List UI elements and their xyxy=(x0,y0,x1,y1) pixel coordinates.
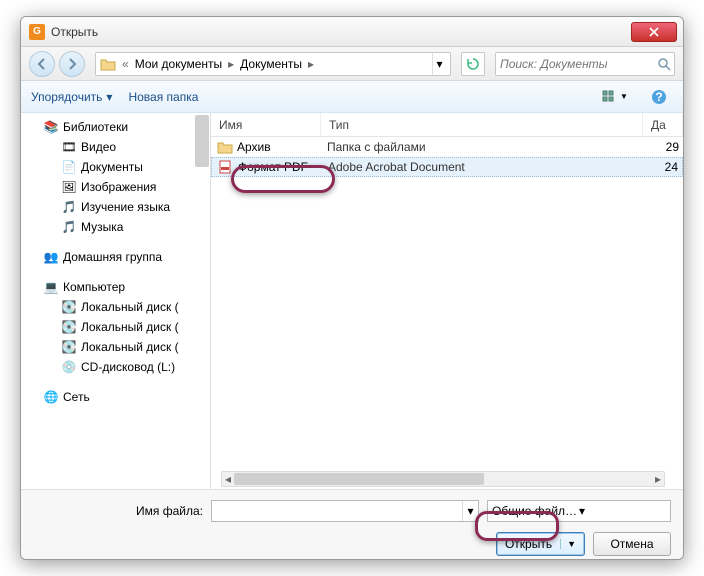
tree-disk-3[interactable]: 💽Локальный диск ( xyxy=(21,337,210,357)
svg-text:?: ? xyxy=(655,90,662,104)
file-row[interactable]: Формат PDF Adobe Acrobat Document 24 xyxy=(211,157,683,177)
tree-disk-1[interactable]: 💽Локальный диск ( xyxy=(21,297,210,317)
file-list: Имя Тип Да Архив Папка с файлами 29 Форм… xyxy=(211,113,683,489)
chevron-down-icon: ▼ xyxy=(620,92,628,101)
crumb-mydocs[interactable]: Мои документы xyxy=(131,57,226,71)
open-dialog: G Открыть « Мои документы ▸ Документы ▸ … xyxy=(20,16,684,560)
organize-button[interactable]: Упорядочить▾ xyxy=(31,90,112,104)
file-name: Архив xyxy=(237,140,325,154)
chevron-down-icon: ▼ xyxy=(560,539,576,549)
homegroup-icon: 👥 xyxy=(43,249,59,265)
filename-field[interactable]: ▾ xyxy=(211,500,479,522)
crumb-docs[interactable]: Документы xyxy=(236,57,306,71)
tree-libraries[interactable]: 📚Библиотеки xyxy=(21,117,210,137)
images-icon: 🖼 xyxy=(61,179,77,195)
video-icon: 🎞 xyxy=(61,139,77,155)
tree-images[interactable]: 🖼Изображения xyxy=(21,177,210,197)
search-input[interactable] xyxy=(500,57,657,71)
address-bar[interactable]: « Мои документы ▸ Документы ▸ ▾ xyxy=(95,52,451,76)
scroll-thumb[interactable] xyxy=(234,473,484,485)
tree-disk-2[interactable]: 💽Локальный диск ( xyxy=(21,317,210,337)
tree-panel: 📚Библиотеки 🎞Видео 📄Документы 🖼Изображен… xyxy=(21,113,211,489)
libraries-icon: 📚 xyxy=(43,119,59,135)
tree-video[interactable]: 🎞Видео xyxy=(21,137,210,157)
forward-button[interactable] xyxy=(59,51,85,77)
bottom-panel: Имя файла: ▾ Общие файлы (*.pdf *.fdf *.… xyxy=(21,489,683,560)
app-icon: G xyxy=(29,24,45,40)
window-title: Открыть xyxy=(51,25,631,39)
search-icon xyxy=(657,57,671,71)
back-button[interactable] xyxy=(29,51,55,77)
file-date: 24 xyxy=(642,160,682,174)
lang-icon: 🎵 xyxy=(61,199,77,215)
refresh-button[interactable] xyxy=(461,52,485,76)
address-dropdown[interactable]: ▾ xyxy=(432,53,446,75)
column-headers: Имя Тип Да xyxy=(211,113,683,137)
computer-icon: 💻 xyxy=(43,279,59,295)
view-button[interactable]: ▼ xyxy=(601,86,629,108)
docs-icon: 📄 xyxy=(61,159,77,175)
filetype-value: Общие файлы (*.pdf *.fdf *.xfd xyxy=(492,504,579,518)
network-icon: 🌐 xyxy=(43,389,59,405)
tree-music[interactable]: 🎵Музыка xyxy=(21,217,210,237)
h-scrollbar[interactable]: ◂ ▸ xyxy=(221,471,665,487)
tree-cd[interactable]: 💿CD-дисковод (L:) xyxy=(21,357,210,377)
filename-label: Имя файла: xyxy=(33,504,203,518)
chevron-down-icon: ▾ xyxy=(106,90,112,104)
file-date: 29 xyxy=(643,140,683,154)
navbar: « Мои документы ▸ Документы ▸ ▾ xyxy=(21,47,683,81)
scroll-right-icon[interactable]: ▸ xyxy=(652,472,664,486)
col-type[interactable]: Тип xyxy=(321,113,643,136)
filename-input[interactable] xyxy=(212,504,462,518)
close-button[interactable] xyxy=(631,22,677,42)
titlebar: G Открыть xyxy=(21,17,683,47)
tree-lang[interactable]: 🎵Изучение языка xyxy=(21,197,210,217)
disk-icon: 💽 xyxy=(61,339,77,355)
file-name: Формат PDF xyxy=(238,160,326,174)
folder-icon xyxy=(217,140,233,154)
content-area: 📚Библиотеки 🎞Видео 📄Документы 🖼Изображен… xyxy=(21,113,683,489)
filename-dropdown[interactable]: ▾ xyxy=(462,501,478,521)
tree-scrollbar[interactable] xyxy=(195,115,209,167)
file-type: Папка с файлами xyxy=(325,140,643,154)
close-icon xyxy=(649,27,659,37)
newfolder-button[interactable]: Новая папка xyxy=(128,90,198,104)
file-row[interactable]: Архив Папка с файлами 29 xyxy=(211,137,683,157)
tree-homegroup[interactable]: 👥Домашняя группа xyxy=(21,247,210,267)
search-box[interactable] xyxy=(495,52,675,76)
tree-network[interactable]: 🌐Сеть xyxy=(21,387,210,407)
music-icon: 🎵 xyxy=(61,219,77,235)
crumb-prefix: « xyxy=(120,57,131,71)
disk-icon: 💽 xyxy=(61,299,77,315)
col-date[interactable]: Да xyxy=(643,113,683,136)
col-name[interactable]: Имя xyxy=(211,113,321,136)
filetype-select[interactable]: Общие файлы (*.pdf *.fdf *.xfd ▾ xyxy=(487,500,671,522)
open-button[interactable]: Открыть▼ xyxy=(496,532,585,556)
scroll-left-icon[interactable]: ◂ xyxy=(222,472,234,486)
chevron-right-icon: ▸ xyxy=(306,57,316,71)
toolbar: Упорядочить▾ Новая папка ▼ ? xyxy=(21,81,683,113)
pdf-icon xyxy=(218,160,234,174)
tree-documents[interactable]: 📄Документы xyxy=(21,157,210,177)
chevron-down-icon: ▾ xyxy=(579,504,666,518)
tree-computer[interactable]: 💻Компьютер xyxy=(21,277,210,297)
chevron-right-icon: ▸ xyxy=(226,57,236,71)
cancel-button[interactable]: Отмена xyxy=(593,532,671,556)
file-type: Adobe Acrobat Document xyxy=(326,160,642,174)
cd-icon: 💿 xyxy=(61,359,77,375)
help-button[interactable]: ? xyxy=(645,86,673,108)
folder-icon xyxy=(100,57,116,71)
disk-icon: 💽 xyxy=(61,319,77,335)
